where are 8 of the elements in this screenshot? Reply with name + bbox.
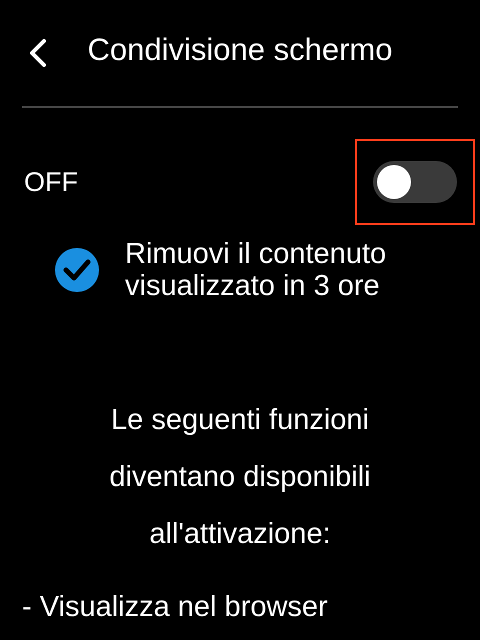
checkbox[interactable] (55, 248, 99, 292)
description-text: Le seguenti funzioni diventano disponibili all'attivazione: (108, 403, 372, 552)
toggle-label: OFF (24, 166, 78, 198)
toggle-switch[interactable] (373, 161, 457, 203)
checkbox-label: Rimuovi il contenuto visualizzato in 3 ore (125, 238, 388, 302)
back-button[interactable] (28, 38, 48, 68)
feature-item: - Visualizza nel browser (21, 591, 329, 624)
screen-title: Condivisione schermo (88, 34, 392, 66)
